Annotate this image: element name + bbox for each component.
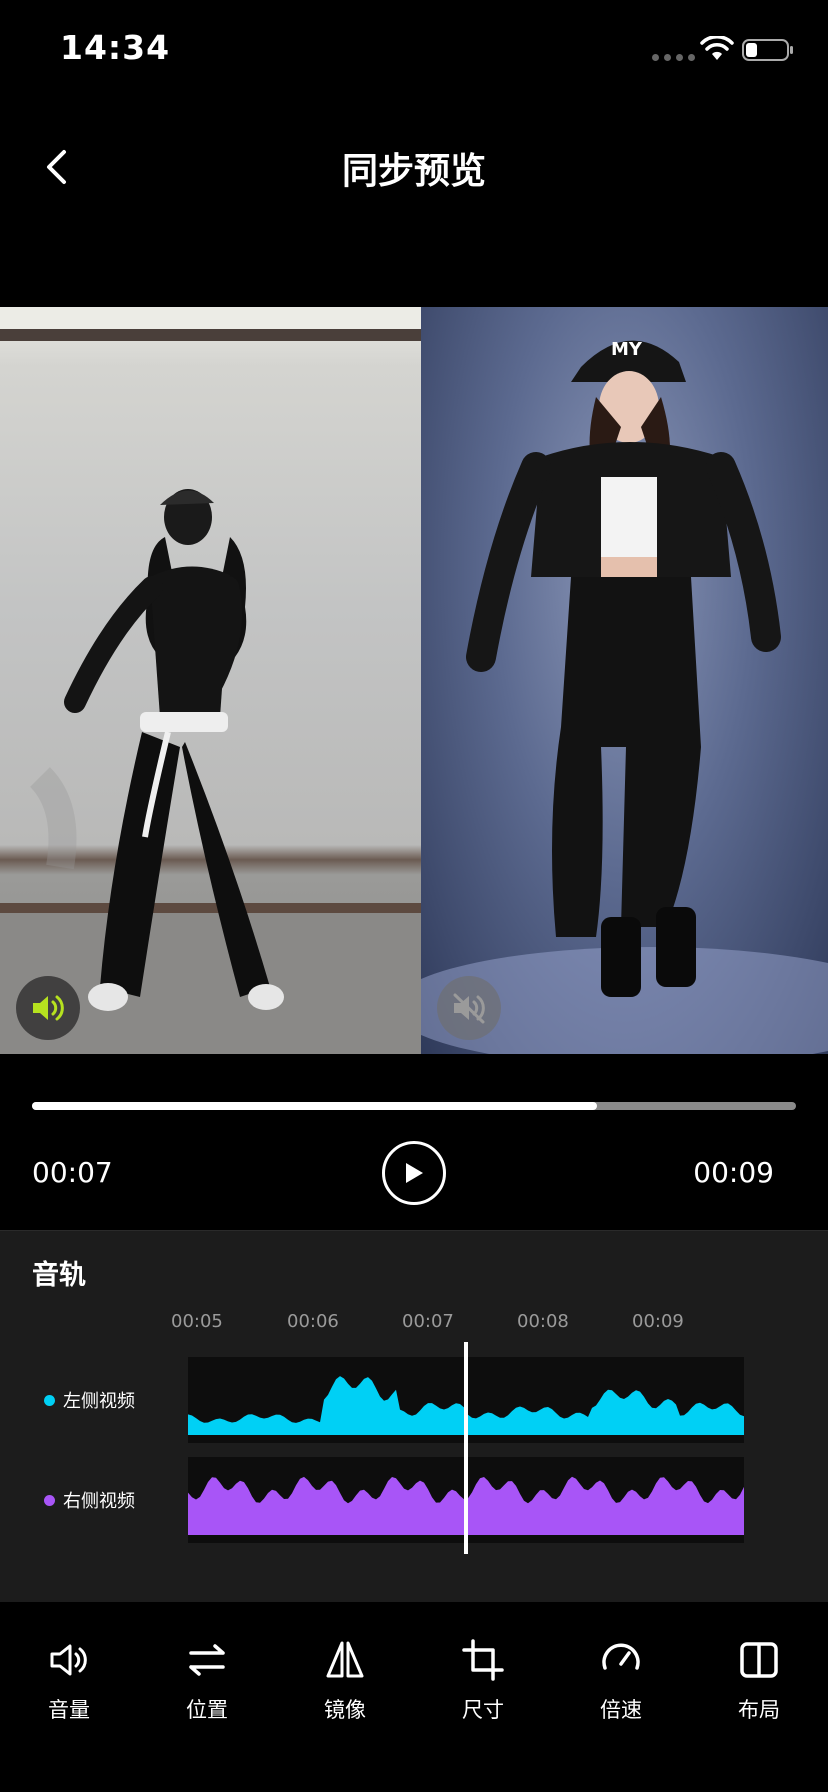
tool-position[interactable]: 位置 xyxy=(138,1602,276,1792)
tool-mirror[interactable]: 镜像 xyxy=(276,1602,414,1792)
speaker-on-icon xyxy=(33,995,64,1021)
ruler-tick-label: 00:09 xyxy=(632,1311,684,1332)
mirror-icon xyxy=(326,1641,364,1678)
play-button[interactable] xyxy=(382,1141,446,1205)
track-label: 左侧视频 xyxy=(44,1387,135,1413)
left-audio-toggle[interactable] xyxy=(16,976,80,1040)
left-video-pane[interactable] xyxy=(0,307,421,1054)
tool-label: 位置 xyxy=(186,1698,228,1722)
track-label: 右侧视频 xyxy=(44,1487,135,1513)
tool-label: 镜像 xyxy=(324,1698,366,1722)
tool-size[interactable]: 尺寸 xyxy=(414,1602,552,1792)
page-title: 同步预览 xyxy=(341,151,486,192)
track-row-right: 右侧视频 xyxy=(0,1457,828,1543)
track-name: 左侧视频 xyxy=(63,1391,135,1412)
track-color-dot xyxy=(44,1494,55,1506)
ruler-tick-label: 00:05 xyxy=(171,1311,223,1332)
track-panel-title: 音轨 xyxy=(32,1260,86,1291)
current-time: 00:07 xyxy=(32,1156,113,1189)
battery-icon xyxy=(742,39,793,61)
cellular-signal-icon xyxy=(652,54,695,61)
speedometer-icon xyxy=(602,1643,640,1670)
tool-label: 布局 xyxy=(738,1698,780,1722)
tool-volume[interactable]: 音量 xyxy=(0,1602,138,1792)
nav-bar: 同步预览 xyxy=(0,110,828,220)
speaker-icon xyxy=(50,1644,87,1676)
play-icon xyxy=(406,1163,423,1183)
tool-label: 尺寸 xyxy=(462,1698,504,1722)
timeline-playhead[interactable] xyxy=(464,1342,468,1554)
split-layout-icon xyxy=(740,1642,778,1678)
ruler-tick-label: 00:06 xyxy=(287,1311,339,1332)
status-time: 14:34 xyxy=(60,28,171,67)
right-audio-toggle[interactable] xyxy=(437,976,501,1040)
right-video-frame: MY xyxy=(421,339,828,1054)
bottom-toolbar: 音量 位置 镜像 尺寸 倍速 布局 xyxy=(0,1602,828,1792)
progress-fill xyxy=(32,1102,598,1110)
status-bar: 14:34 xyxy=(0,0,828,100)
ruler-tick-label: 00:07 xyxy=(402,1311,454,1332)
track-name: 右侧视频 xyxy=(63,1491,135,1512)
video-preview-area: MY xyxy=(0,307,828,1054)
crop-icon xyxy=(462,1639,504,1681)
tool-label: 音量 xyxy=(48,1698,90,1722)
speaker-muted-icon xyxy=(453,993,485,1024)
tool-layout[interactable]: 布局 xyxy=(690,1602,828,1792)
svg-text:MY: MY xyxy=(611,339,643,360)
track-color-dot xyxy=(44,1394,55,1406)
wifi-icon xyxy=(700,36,734,60)
playback-progress-bar[interactable] xyxy=(32,1102,796,1110)
ruler-tick-label: 00:08 xyxy=(517,1311,569,1332)
tool-label: 倍速 xyxy=(600,1698,642,1722)
total-time: 00:09 xyxy=(693,1156,774,1189)
right-video-pane[interactable]: MY xyxy=(421,307,828,1054)
swap-icon xyxy=(189,1644,225,1676)
track-row-left: 左侧视频 xyxy=(0,1357,828,1443)
tool-speed[interactable]: 倍速 xyxy=(552,1602,690,1792)
audio-track-panel: 音轨 00:05 00:06 00:07 00:08 00:09 左侧视频 右侧… xyxy=(0,1230,828,1602)
left-video-frame xyxy=(0,307,421,1054)
